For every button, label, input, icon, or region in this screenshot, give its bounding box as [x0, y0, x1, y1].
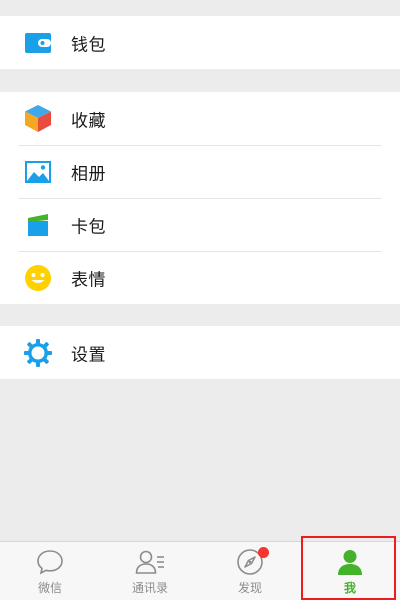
settings-gear-icon	[24, 338, 52, 367]
menu-item-label: 表情	[71, 270, 106, 290]
album-image-icon	[24, 158, 52, 186]
favorites-cube-icon	[24, 105, 52, 133]
wallet-icon	[24, 29, 52, 57]
menu-item-favorites[interactable]: 收藏	[0, 92, 400, 145]
menu-item-label: 钱包	[71, 35, 106, 55]
emoji-smiley-icon	[24, 264, 52, 292]
bottom-tab-bar: 微信 通讯录 发现 我	[0, 541, 400, 600]
menu-item-album[interactable]: 相册	[0, 145, 400, 198]
menu-item-label: 卡包	[71, 217, 106, 237]
tab-label: 通讯录	[131, 581, 168, 595]
menu-item-settings[interactable]: 设置	[0, 326, 400, 379]
tab-label: 微信	[37, 581, 62, 595]
contacts-icon	[135, 548, 165, 576]
person-icon	[335, 548, 365, 576]
card-pack-icon	[24, 211, 52, 239]
tab-me[interactable]: 我	[300, 542, 400, 600]
chat-bubble-icon	[35, 548, 65, 576]
discover-badge-dot	[258, 547, 269, 558]
menu-item-card-pack[interactable]: 卡包	[0, 198, 400, 251]
tab-contacts[interactable]: 通讯录	[100, 542, 200, 600]
tab-label: 发现	[237, 581, 262, 595]
menu-item-label: 设置	[71, 345, 106, 365]
features-group: 收藏 相册 卡包 表情	[0, 92, 400, 304]
tab-discover[interactable]: 发现	[200, 542, 300, 600]
menu-item-wallet[interactable]: 钱包	[0, 16, 400, 69]
tab-chats[interactable]: 微信	[0, 542, 100, 600]
menu-item-label: 收藏	[71, 111, 106, 131]
settings-group: 设置	[0, 326, 400, 379]
menu-item-emoji[interactable]: 表情	[0, 251, 400, 304]
menu-item-label: 相册	[71, 164, 106, 184]
tab-label: 我	[343, 581, 356, 595]
wallet-group: 钱包	[0, 16, 400, 69]
